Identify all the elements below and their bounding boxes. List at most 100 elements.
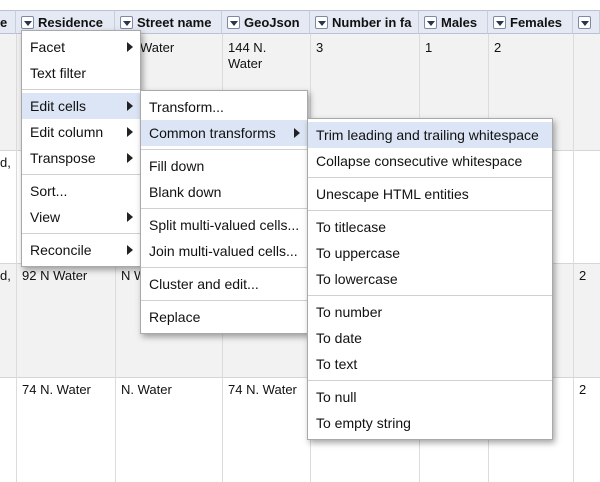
menu-item-reconcile[interactable]: Reconcile bbox=[22, 237, 140, 263]
menu-item-replace[interactable]: Replace bbox=[141, 304, 307, 330]
menu-item-join-multi-valued[interactable]: Join multi-valued cells... bbox=[141, 238, 307, 264]
table-cell: 2 bbox=[494, 40, 502, 55]
menu-item-label: Text filter bbox=[30, 65, 87, 81]
menu-item-to-titlecase[interactable]: To titlecase bbox=[308, 214, 552, 240]
menu-item-label: To uppercase bbox=[316, 245, 401, 261]
chevron-right-icon bbox=[127, 245, 133, 255]
chevron-right-icon bbox=[127, 127, 133, 137]
menu-item-label: To empty string bbox=[316, 415, 411, 431]
column-header-label: Females bbox=[510, 14, 563, 30]
menu-item-to-null[interactable]: To null bbox=[308, 384, 552, 410]
menu-item-edit-cells[interactable]: Edit cells bbox=[22, 93, 140, 119]
menu-item-to-number[interactable]: To number bbox=[308, 299, 552, 325]
menu-item-transform[interactable]: Transform... bbox=[141, 94, 307, 120]
table-cell: 1 bbox=[425, 40, 433, 55]
table-cell: 92 N Water bbox=[22, 268, 88, 283]
menu-separator bbox=[141, 300, 307, 301]
menu-separator bbox=[141, 149, 307, 150]
column-header-label: Street name bbox=[137, 14, 212, 30]
chevron-down-icon[interactable] bbox=[424, 15, 437, 29]
menu-item-to-text[interactable]: To text bbox=[308, 351, 552, 377]
column-header-label: Males bbox=[441, 14, 478, 30]
table-cell: 144 N. Water bbox=[228, 40, 267, 71]
menu-item-to-lowercase[interactable]: To lowercase bbox=[308, 266, 552, 292]
column-menu: Facet Text filter Edit cells Edit column… bbox=[21, 30, 141, 267]
menu-separator bbox=[22, 89, 140, 90]
common-transforms-submenu: Trim leading and trailing whitespace Col… bbox=[307, 118, 553, 440]
menu-item-label: To null bbox=[316, 389, 357, 405]
chevron-down-icon[interactable] bbox=[578, 15, 591, 29]
menu-separator bbox=[308, 380, 552, 381]
menu-item-label: Sort... bbox=[30, 183, 68, 199]
chevron-down-icon[interactable] bbox=[120, 15, 133, 29]
chevron-down-icon[interactable] bbox=[315, 15, 328, 29]
menu-item-view[interactable]: View bbox=[22, 204, 140, 230]
menu-item-trim-whitespace[interactable]: Trim leading and trailing whitespace bbox=[308, 122, 552, 148]
column-header-label: Residence bbox=[38, 14, 104, 30]
menu-item-to-empty-string[interactable]: To empty string bbox=[308, 410, 552, 436]
table-cell: 3 bbox=[316, 40, 324, 55]
menu-item-label: View bbox=[30, 209, 61, 225]
menu-item-to-uppercase[interactable]: To uppercase bbox=[308, 240, 552, 266]
table-cell: 2 bbox=[579, 382, 587, 397]
chevron-down-icon[interactable] bbox=[227, 15, 240, 29]
column-header-females[interactable]: Females bbox=[488, 10, 573, 34]
menu-item-label: Common transforms bbox=[149, 125, 276, 141]
menu-item-label: Unescape HTML entities bbox=[316, 186, 469, 202]
menu-item-split-multi-valued[interactable]: Split multi-valued cells... bbox=[141, 212, 307, 238]
menu-item-text-filter[interactable]: Text filter bbox=[22, 60, 140, 86]
menu-separator bbox=[308, 177, 552, 178]
edit-cells-submenu: Transform... Common transforms Fill down… bbox=[140, 90, 308, 334]
menu-separator bbox=[308, 295, 552, 296]
table-cell: 2 bbox=[579, 268, 587, 283]
menu-item-label: Collapse consecutive whitespace bbox=[316, 153, 523, 169]
chevron-right-icon bbox=[127, 212, 133, 222]
chevron-right-icon bbox=[127, 101, 133, 111]
menu-item-label: Transform... bbox=[149, 99, 224, 115]
chevron-right-icon bbox=[127, 153, 133, 163]
column-header[interactable]: e bbox=[0, 10, 16, 34]
table-cell: 74 N. Water bbox=[228, 382, 297, 397]
menu-item-label: To date bbox=[316, 330, 362, 346]
column-header-males[interactable]: Males bbox=[419, 10, 488, 34]
menu-item-label: Join multi-valued cells... bbox=[149, 243, 298, 259]
menu-item-edit-column[interactable]: Edit column bbox=[22, 119, 140, 145]
menu-item-sort[interactable]: Sort... bbox=[22, 178, 140, 204]
column-header-number-in-family[interactable]: Number in fa bbox=[310, 10, 419, 34]
chevron-right-icon bbox=[294, 128, 300, 138]
menu-item-label: Replace bbox=[149, 309, 201, 325]
menu-item-transpose[interactable]: Transpose bbox=[22, 145, 140, 171]
menu-item-label: Edit column bbox=[30, 124, 104, 140]
column-header[interactable] bbox=[573, 10, 600, 34]
chevron-down-icon[interactable] bbox=[493, 15, 506, 29]
menu-item-blank-down[interactable]: Blank down bbox=[141, 179, 307, 205]
menu-separator bbox=[22, 233, 140, 234]
menu-item-fill-down[interactable]: Fill down bbox=[141, 153, 307, 179]
menu-item-facet[interactable]: Facet bbox=[22, 34, 140, 60]
chevron-down-icon[interactable] bbox=[21, 15, 34, 29]
menu-item-unescape-html[interactable]: Unescape HTML entities bbox=[308, 181, 552, 207]
menu-item-collapse-whitespace[interactable]: Collapse consecutive whitespace bbox=[308, 148, 552, 174]
menu-item-label: Transpose bbox=[30, 150, 96, 166]
column-header-geojson[interactable]: GeoJson bbox=[222, 10, 310, 34]
menu-item-label: Edit cells bbox=[30, 98, 87, 114]
table-cell: Water bbox=[140, 40, 175, 55]
table-cell: d, bbox=[0, 268, 11, 283]
column-divider bbox=[16, 34, 17, 482]
chevron-right-icon bbox=[127, 42, 133, 52]
menu-item-label: Reconcile bbox=[30, 242, 92, 258]
menu-item-label: Facet bbox=[30, 39, 66, 55]
column-header-label: GeoJson bbox=[244, 14, 300, 30]
column-header-label: e bbox=[0, 14, 8, 30]
menu-item-label: To text bbox=[316, 356, 358, 372]
menu-item-to-date[interactable]: To date bbox=[308, 325, 552, 351]
menu-item-common-transforms[interactable]: Common transforms bbox=[141, 120, 307, 146]
menu-item-cluster-and-edit[interactable]: Cluster and edit... bbox=[141, 271, 307, 297]
menu-separator bbox=[22, 174, 140, 175]
table-cell: 74 N. Water bbox=[22, 382, 91, 397]
menu-item-label: To number bbox=[316, 304, 383, 320]
column-header-label: Number in fa bbox=[332, 14, 412, 30]
menu-item-label: To titlecase bbox=[316, 219, 387, 235]
menu-item-label: To lowercase bbox=[316, 271, 398, 287]
menu-item-label: Fill down bbox=[149, 158, 205, 174]
